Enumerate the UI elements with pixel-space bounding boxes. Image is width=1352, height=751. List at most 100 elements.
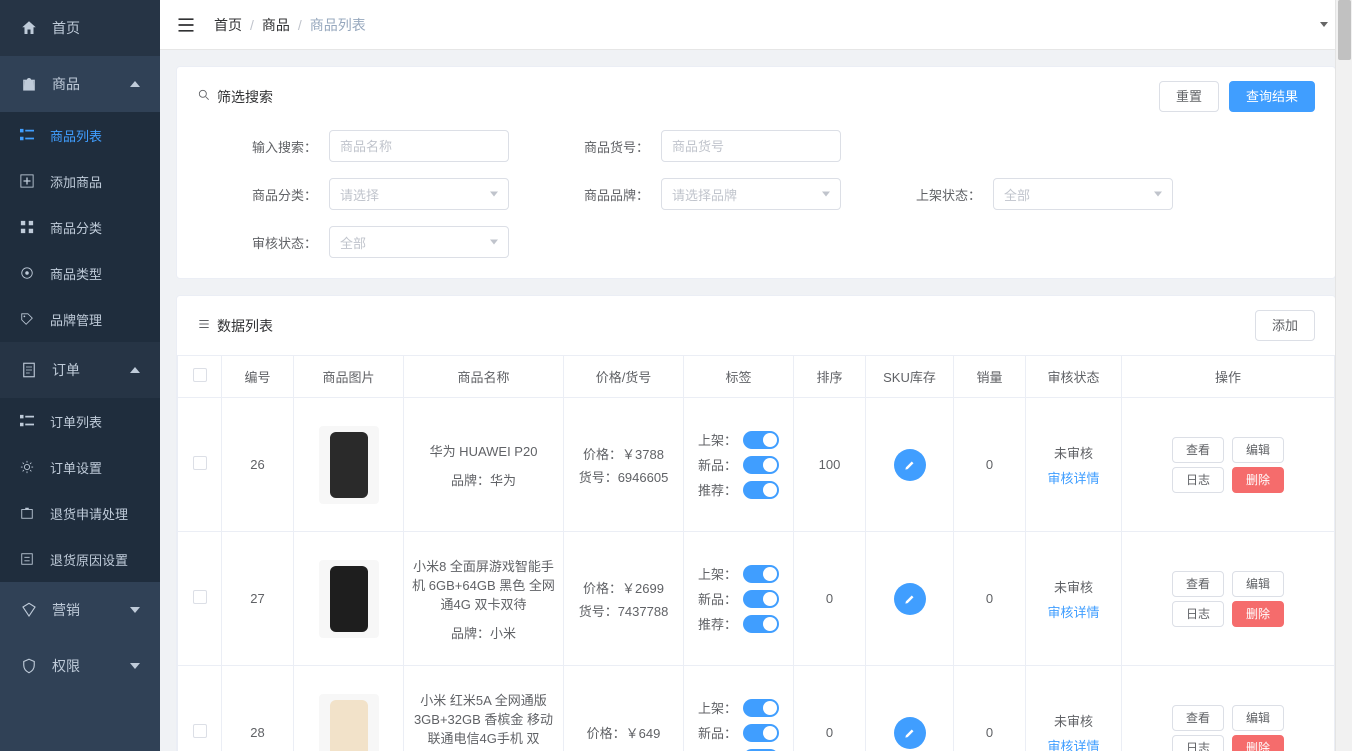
cell-tags: 上架： 新品： 推荐： xyxy=(684,666,794,751)
chevron-down-icon xyxy=(490,192,498,197)
new-toggle[interactable] xyxy=(743,724,779,742)
cell-price: 价格：￥649 xyxy=(564,666,684,751)
nav-home[interactable]: 首页 xyxy=(0,0,160,56)
data-table: 编号 商品图片 商品名称 价格/货号 标签 排序 SKU库存 销量 审核状态 操… xyxy=(177,355,1335,751)
query-button[interactable]: 查询结果 xyxy=(1229,81,1315,112)
select-all-checkbox[interactable] xyxy=(193,368,207,382)
edit-sku-button[interactable] xyxy=(894,449,926,481)
nav-permission[interactable]: 权限 xyxy=(0,638,160,694)
nav-home-label: 首页 xyxy=(52,18,80,38)
subnav-add-product[interactable]: 添加商品 xyxy=(0,158,160,204)
chevron-up-icon xyxy=(130,81,140,87)
reset-button[interactable]: 重置 xyxy=(1159,81,1219,112)
delete-button[interactable]: 删除 xyxy=(1232,735,1284,751)
edit-button[interactable]: 编辑 xyxy=(1232,705,1284,731)
list-icon xyxy=(197,317,211,334)
list-icon xyxy=(20,414,34,428)
row-checkbox[interactable] xyxy=(193,590,207,604)
cell-id: 28 xyxy=(222,666,294,751)
cell-review: 未审核 审核详情 xyxy=(1026,398,1122,532)
new-toggle[interactable] xyxy=(743,590,779,608)
list-icon xyxy=(20,128,34,142)
breadcrumb: 首页 / 商品 / 商品列表 xyxy=(214,15,366,35)
nav-marketing[interactable]: 营销 xyxy=(0,582,160,638)
subnav-order-setting[interactable]: 订单设置 xyxy=(0,444,160,490)
diamond-icon xyxy=(20,601,38,619)
delete-button[interactable]: 删除 xyxy=(1232,601,1284,627)
subnav-brand[interactable]: 品牌管理 xyxy=(0,296,160,342)
cell-price: 价格：￥3788 货号：6946605 xyxy=(564,398,684,532)
search-icon xyxy=(197,88,211,105)
return-icon xyxy=(20,506,34,520)
hamburger-toggle[interactable] xyxy=(176,15,196,35)
subnav-product-list[interactable]: 商品列表 xyxy=(0,112,160,158)
edit-sku-button[interactable] xyxy=(894,583,926,615)
cell-sort: 0 xyxy=(794,666,866,751)
add-button[interactable]: 添加 xyxy=(1255,310,1315,341)
log-button[interactable]: 日志 xyxy=(1172,467,1224,493)
subnav-order-list[interactable]: 订单列表 xyxy=(0,398,160,444)
view-button[interactable]: 查看 xyxy=(1172,571,1224,597)
nav-order[interactable]: 订单 xyxy=(0,342,160,398)
review-detail-link[interactable]: 审核详情 xyxy=(1047,468,1099,487)
review-detail-link[interactable]: 审核详情 xyxy=(1047,736,1099,751)
gear-icon xyxy=(20,460,34,474)
cell-sku-stock xyxy=(866,532,954,666)
cell-sku-stock xyxy=(866,666,954,751)
breadcrumb-product[interactable]: 商品 xyxy=(262,15,290,35)
sku-input[interactable] xyxy=(661,130,841,162)
recommend-toggle[interactable] xyxy=(743,481,779,499)
cell-ops: 查看 编辑 日志 删除 xyxy=(1122,532,1335,666)
publish-toggle[interactable] xyxy=(743,565,779,583)
cell-sku-stock xyxy=(866,398,954,532)
grid-icon xyxy=(20,220,34,234)
row-checkbox[interactable] xyxy=(193,724,207,738)
category-select[interactable]: 请选择 xyxy=(329,178,509,210)
edit-button[interactable]: 编辑 xyxy=(1232,571,1284,597)
table-row: 28 小米 红米5A 全网通版 3GB+32GB 香槟金 移动联通电信4G手机 … xyxy=(178,666,1335,751)
log-button[interactable]: 日志 xyxy=(1172,735,1224,751)
cell-sales: 0 xyxy=(954,532,1026,666)
table-row: 26 华为 HUAWEI P20 品牌：华为 价格：￥3788 货号：69466… xyxy=(178,398,1335,532)
topbar: 首页 / 商品 / 商品列表 xyxy=(160,0,1352,50)
nav-product[interactable]: 商品 xyxy=(0,56,160,112)
review-select[interactable]: 全部 xyxy=(329,226,509,258)
recommend-toggle[interactable] xyxy=(743,615,779,633)
cell-id: 27 xyxy=(222,532,294,666)
view-button[interactable]: 查看 xyxy=(1172,437,1224,463)
publish-toggle[interactable] xyxy=(743,431,779,449)
row-checkbox[interactable] xyxy=(193,456,207,470)
chevron-down-icon xyxy=(1154,192,1162,197)
publish-select[interactable]: 全部 xyxy=(993,178,1173,210)
delete-button[interactable]: 删除 xyxy=(1232,467,1284,493)
breadcrumb-current: 商品列表 xyxy=(310,15,366,35)
subnav-return-apply[interactable]: 退货申请处理 xyxy=(0,490,160,536)
cell-sort: 100 xyxy=(794,398,866,532)
log-button[interactable]: 日志 xyxy=(1172,601,1224,627)
publish-toggle[interactable] xyxy=(743,699,779,717)
cell-sales: 0 xyxy=(954,666,1026,751)
view-button[interactable]: 查看 xyxy=(1172,705,1224,731)
subnav-type[interactable]: 商品类型 xyxy=(0,250,160,296)
edit-button[interactable]: 编辑 xyxy=(1232,437,1284,463)
review-detail-link[interactable]: 审核详情 xyxy=(1047,602,1099,621)
cell-review: 未审核 审核详情 xyxy=(1026,666,1122,751)
cell-price: 价格：￥2699 货号：7437788 xyxy=(564,532,684,666)
data-list-card: 数据列表 添加 编号 商品图片 xyxy=(176,295,1336,751)
new-toggle[interactable] xyxy=(743,456,779,474)
subnav-category[interactable]: 商品分类 xyxy=(0,204,160,250)
chevron-down-icon xyxy=(130,663,140,669)
filter-title: 筛选搜索 xyxy=(217,87,273,107)
sidebar: 首页 商品 商品列表 添加商品 商品分类 商品类型 品牌管理 xyxy=(0,0,160,751)
brand-select[interactable]: 请选择品牌 xyxy=(661,178,841,210)
cell-name: 华为 HUAWEI P20 品牌：华为 xyxy=(404,398,564,532)
cell-image xyxy=(294,398,404,532)
search-input[interactable] xyxy=(329,130,509,162)
tag-icon xyxy=(20,312,34,326)
cell-sort: 0 xyxy=(794,532,866,666)
shield-icon xyxy=(20,657,38,675)
breadcrumb-home[interactable]: 首页 xyxy=(214,15,242,35)
edit-sku-button[interactable] xyxy=(894,717,926,749)
page-scrollbar[interactable] xyxy=(1335,0,1352,751)
subnav-return-reason[interactable]: 退货原因设置 xyxy=(0,536,160,582)
